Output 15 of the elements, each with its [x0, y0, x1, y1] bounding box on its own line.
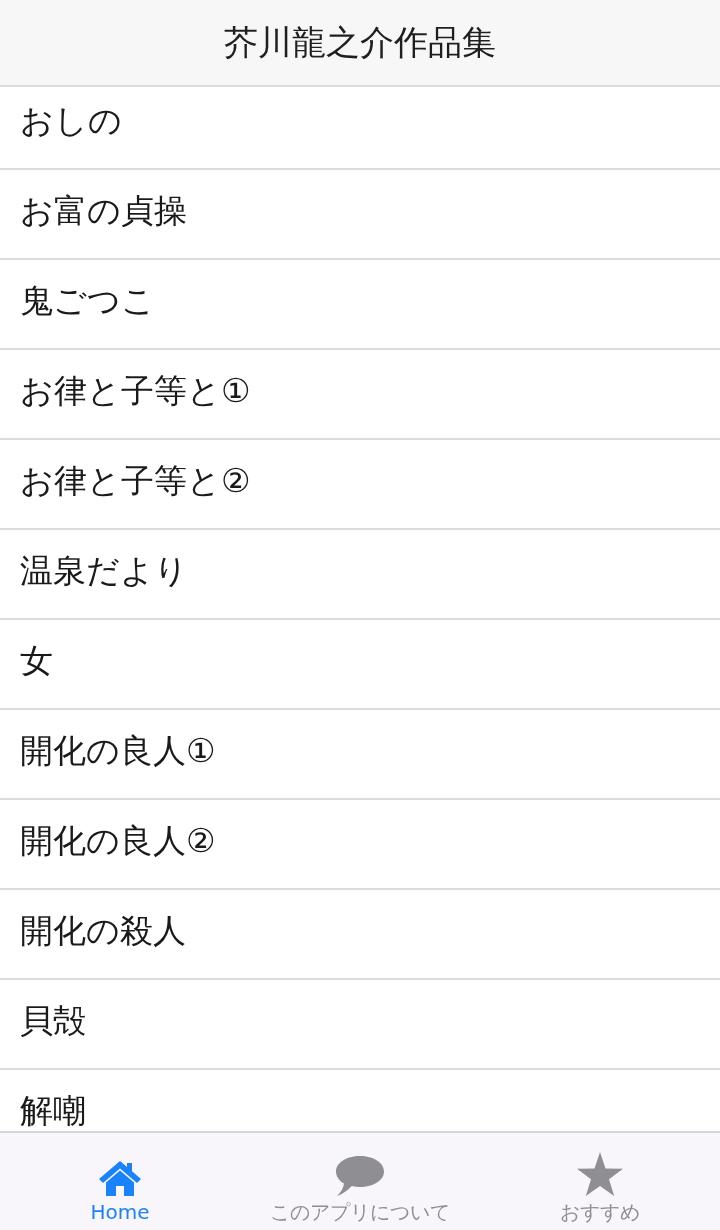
work-list-item[interactable]: 女 — [0, 620, 720, 710]
home-icon — [98, 1160, 142, 1196]
work-list-item[interactable]: おしの — [0, 87, 720, 170]
work-list-item[interactable]: 温泉だより — [0, 530, 720, 620]
work-list-item[interactable]: お律と子等と① — [0, 350, 720, 440]
work-list-item[interactable]: お律と子等と② — [0, 440, 720, 530]
work-list-item[interactable]: お富の貞操 — [0, 170, 720, 260]
work-list-item[interactable]: 開化の良人② — [0, 800, 720, 890]
work-list-item[interactable]: 開化の良人① — [0, 710, 720, 800]
work-list-item[interactable]: 開化の殺人 — [0, 890, 720, 980]
screen-title: 芥川龍之介作品集 — [224, 22, 496, 63]
star-icon — [577, 1152, 623, 1196]
speech-bubble-icon — [336, 1156, 384, 1196]
work-list-item[interactable]: 鬼ごつこ — [0, 260, 720, 350]
work-list-item[interactable]: 貝殻 — [0, 980, 720, 1070]
